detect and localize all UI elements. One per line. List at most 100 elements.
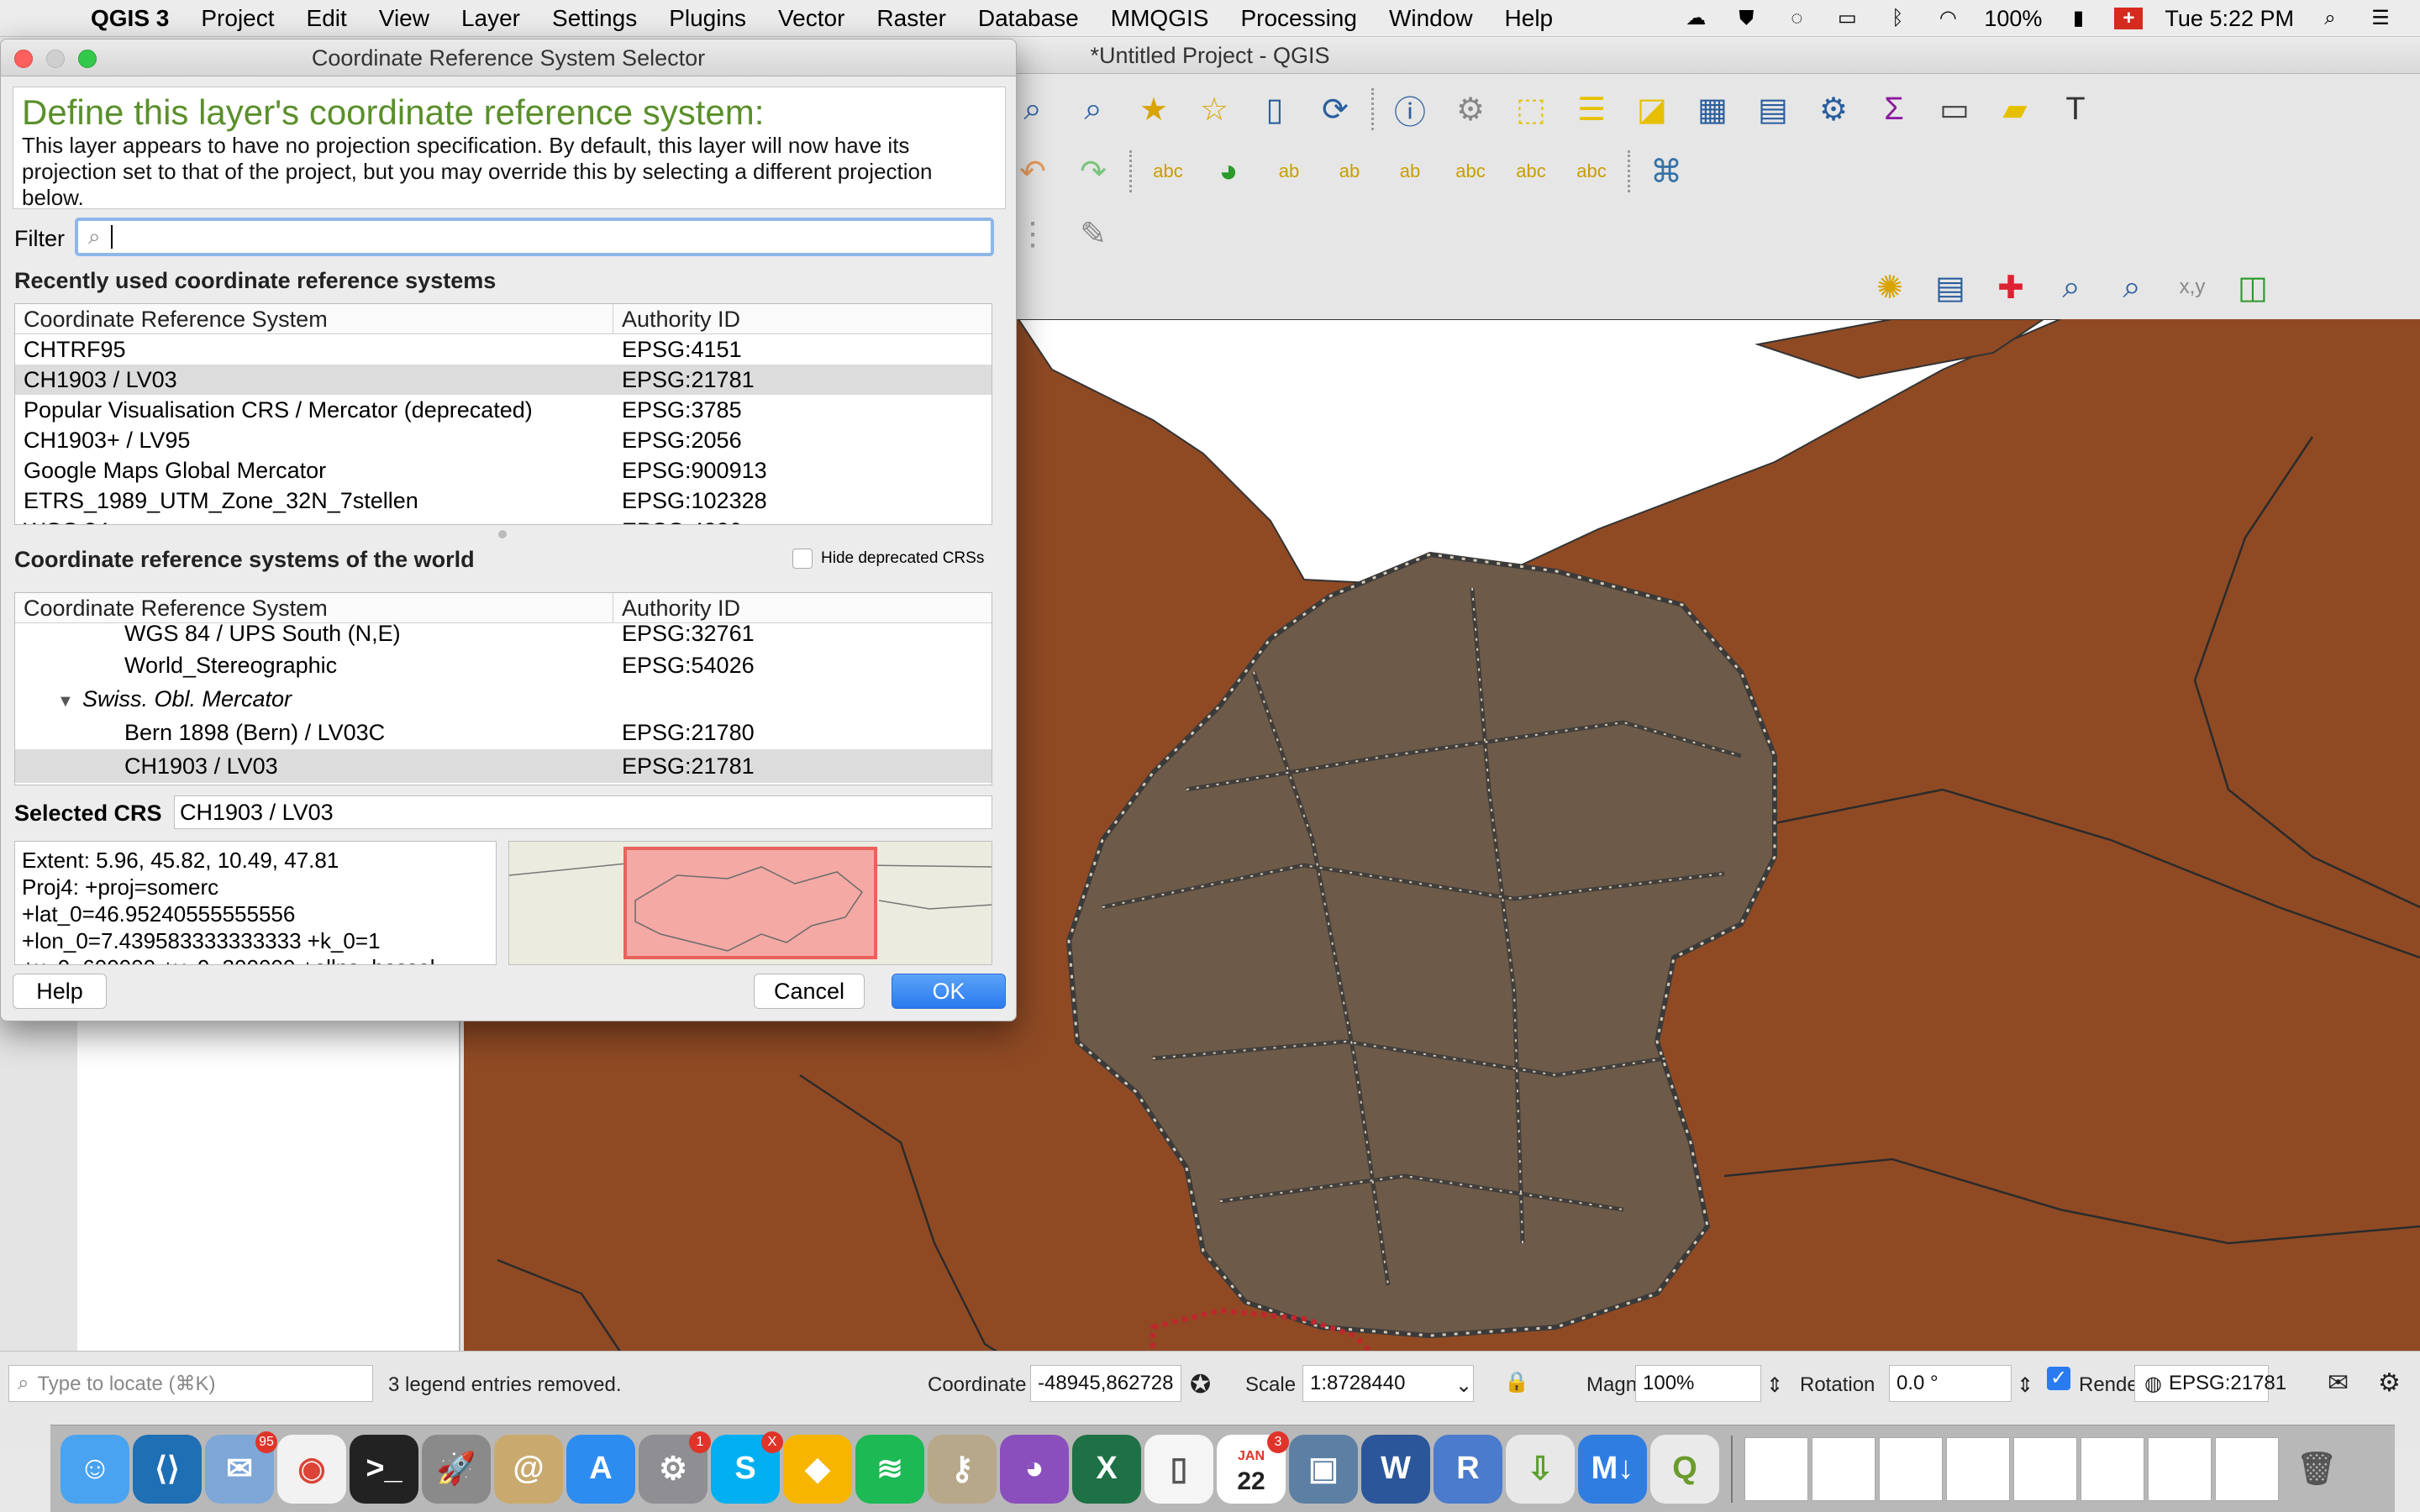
zoom-window-button[interactable]: [78, 50, 97, 68]
word-icon[interactable]: W: [1361, 1434, 1430, 1504]
column-header-crs[interactable]: Coordinate Reference System: [15, 593, 613, 622]
mail-icon[interactable]: ✉ 95: [205, 1431, 277, 1504]
zoom-next-icon[interactable]: ⌕: [1069, 85, 1118, 134]
tree-row[interactable]: WGS 84 / UPS South (N,E) EPSG:32761: [15, 622, 992, 648]
python-console-icon[interactable]: ⌘: [1642, 147, 1691, 196]
r-icon[interactable]: R: [1434, 1434, 1502, 1504]
move-label-icon[interactable]: abc: [1446, 147, 1495, 196]
wifi-icon[interactable]: ◠: [1933, 8, 1962, 29]
bee-plugin-icon[interactable]: ✺: [1865, 263, 1914, 312]
finder-icon[interactable]: ☺: [60, 1434, 129, 1504]
scale-combo[interactable]: 1:8728440: [1302, 1365, 1474, 1402]
splitter-handle[interactable]: [498, 530, 507, 538]
table-row[interactable]: CHTRF95 EPSG:4151: [15, 334, 992, 365]
tree-row[interactable]: World_Stereographic EPSG:54026: [15, 648, 992, 682]
excel-icon[interactable]: X: [1072, 1434, 1141, 1504]
menubar-clock[interactable]: Tue 5:22 PM: [2165, 6, 2294, 32]
deselect-icon[interactable]: ◪: [1628, 85, 1676, 134]
recent-document-thumbnail[interactable]: [2013, 1436, 2077, 1501]
sketch-icon[interactable]: ◆: [783, 1434, 852, 1504]
messages-icon[interactable]: ✉: [2328, 1368, 2349, 1398]
column-header-authority[interactable]: Authority ID: [613, 304, 740, 333]
close-window-button[interactable]: [14, 50, 33, 68]
refresh-icon[interactable]: ⟳: [1311, 85, 1360, 134]
document-icon[interactable]: ▯: [1144, 1434, 1213, 1504]
menu-settings[interactable]: Settings: [552, 5, 637, 32]
chrome-icon[interactable]: ◉: [277, 1434, 346, 1504]
menu-vector[interactable]: Vector: [778, 5, 844, 32]
qgis-icon[interactable]: Q: [1650, 1434, 1719, 1504]
digitize-tool-icon[interactable]: ✎: [1069, 209, 1118, 258]
vscode-icon[interactable]: ⟨⟩: [133, 1434, 202, 1504]
launchpad-icon[interactable]: 🚀: [422, 1434, 491, 1504]
spotify-icon[interactable]: ≋: [855, 1434, 924, 1504]
new-bookmark-icon[interactable]: ★: [1129, 85, 1178, 134]
layers-panel[interactable]: [77, 1011, 460, 1386]
menu-project[interactable]: Project: [201, 5, 274, 32]
menu-plugins[interactable]: Plugins: [669, 5, 746, 32]
pin-labels-icon[interactable]: ab: [1325, 147, 1374, 196]
minimize-window-button[interactable]: [46, 50, 65, 68]
shield-icon[interactable]: ⛊: [1732, 8, 1760, 29]
github-desktop-icon[interactable]: ◕: [1000, 1434, 1069, 1504]
xy-tool-icon[interactable]: x,y: [2168, 263, 2217, 312]
ok-button[interactable]: OK: [892, 974, 1006, 1009]
statistics-icon[interactable]: Σ: [1870, 85, 1918, 134]
coordinate-field[interactable]: -48945,862728: [1030, 1365, 1181, 1402]
menu-mmqgis[interactable]: MMQGIS: [1111, 5, 1209, 32]
locator-search-input[interactable]: ⌕ Type to locate (⌘K): [8, 1365, 373, 1402]
recent-document-thumbnail[interactable]: [2081, 1436, 2144, 1501]
creative-cloud-icon[interactable]: ☁: [1681, 8, 1710, 29]
table-row[interactable]: Google Maps Global Mercator EPSG:900913: [15, 455, 992, 486]
app-store-icon[interactable]: A: [566, 1434, 635, 1504]
plugin-update-icon[interactable]: ⚙: [2378, 1368, 2401, 1398]
menu-database[interactable]: Database: [978, 5, 1079, 32]
select-features-icon[interactable]: ⬚: [1507, 85, 1555, 134]
menu-edit[interactable]: Edit: [307, 5, 347, 32]
battery-icon[interactable]: ▮: [2064, 8, 2092, 29]
menu-raster[interactable]: Raster: [876, 5, 945, 32]
keychain-icon[interactable]: ⚷: [928, 1434, 997, 1504]
contacts-icon[interactable]: @: [494, 1434, 563, 1504]
show-hide-labels-icon[interactable]: ab: [1386, 147, 1434, 196]
menu-window[interactable]: Window: [1389, 5, 1473, 32]
table-row[interactable]: ETRS_1989_UTM_Zone_32N_7stellen EPSG:1023…: [15, 486, 992, 516]
recent-document-thumbnail[interactable]: [1812, 1436, 1876, 1501]
recent-document-thumbnail[interactable]: [1946, 1436, 2010, 1501]
recent-document-thumbnail[interactable]: [2148, 1436, 2212, 1501]
text-annotation-icon[interactable]: T: [2051, 85, 2100, 134]
select-by-value-icon[interactable]: ☰: [1567, 85, 1616, 134]
bluetooth-icon[interactable]: ᛒ: [1883, 8, 1912, 29]
identify-icon[interactable]: ⓘ: [1386, 85, 1434, 134]
system-preferences-icon[interactable]: ⚙ 1: [639, 1431, 711, 1504]
recent-document-thumbnail[interactable]: [2215, 1436, 2279, 1501]
label-icon[interactable]: abc: [1144, 147, 1192, 196]
hide-deprecated-checkbox[interactable]: Hide deprecated CRSs: [792, 549, 984, 569]
new-print-layout-icon[interactable]: ▤: [1926, 263, 1975, 312]
field-calculator-icon[interactable]: ▤: [1749, 85, 1797, 134]
menu-processing[interactable]: Processing: [1240, 5, 1357, 32]
checkbox-box[interactable]: [792, 549, 813, 569]
recent-document-thumbnail[interactable]: [1744, 1436, 1808, 1501]
table-row[interactable]: CH1903+ / LV95 EPSG:2056: [15, 425, 992, 455]
disclosure-triangle-icon[interactable]: ▼: [57, 685, 82, 716]
magnifier-field[interactable]: 100%: [1635, 1365, 1761, 1402]
map-tips-icon[interactable]: ▰: [1991, 85, 2039, 134]
redo-icon[interactable]: ↷: [1069, 147, 1118, 196]
markdown-icon[interactable]: M↓: [1578, 1434, 1647, 1504]
zoom-out-icon[interactable]: ⌕: [2107, 263, 2156, 312]
zoom-full-icon[interactable]: ◫: [2228, 263, 2277, 312]
tree-row[interactable]: Bern 1898 (Bern) / LV03C EPSG:21780: [15, 716, 992, 749]
filter-input[interactable]: ⌕: [75, 218, 994, 256]
terminal-icon[interactable]: >_: [350, 1434, 418, 1504]
tree-row-selected[interactable]: CH1903 / LV03 EPSG:21781: [15, 749, 992, 783]
download-icon[interactable]: ⇩: [1506, 1434, 1575, 1504]
coordinate-toggle-icon[interactable]: ✪: [1190, 1370, 1211, 1399]
column-header-authority[interactable]: Authority ID: [613, 593, 740, 622]
rotate-label-icon[interactable]: abc: [1507, 147, 1555, 196]
magnifier-stepper-icon[interactable]: ⇕: [1766, 1373, 1783, 1398]
render-checkbox[interactable]: ✓: [2047, 1367, 2070, 1390]
processing-toolbox-icon[interactable]: ⚙: [1809, 85, 1858, 134]
show-bookmarks-icon[interactable]: ☆: [1190, 85, 1239, 134]
skype-icon[interactable]: SX: [711, 1431, 783, 1504]
